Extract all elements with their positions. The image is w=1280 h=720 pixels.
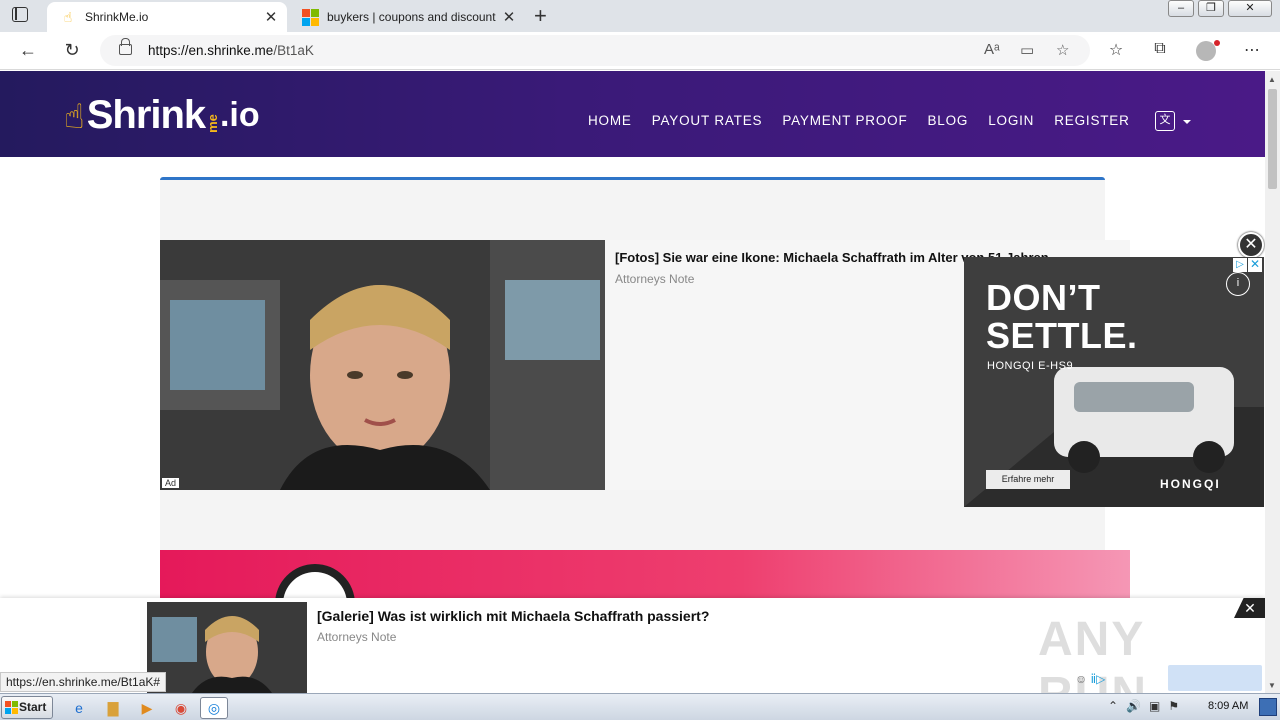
clock[interactable]: 8:09 AM <box>1208 700 1248 712</box>
sticky-ad-photo[interactable] <box>147 602 307 693</box>
site-logo[interactable]: ☝ Shrink me .io <box>64 87 260 137</box>
address-bar-row: ← ↻ https://en.shrinke.me/Bt1aK A͏ᵃ ▭ ☆ <box>0 32 1280 70</box>
tab-buykers[interactable]: buykers | coupons and discount c ✕ <box>289 2 525 32</box>
refresh-icon[interactable]: ↻ <box>60 40 84 61</box>
back-icon[interactable]: ← <box>16 40 40 61</box>
sticky-ad-headline[interactable]: [Galerie] Was ist wirklich mit Michaela … <box>317 608 709 624</box>
smiley-icon[interactable]: ☺ <box>1075 672 1087 686</box>
read-aloud-icon[interactable]: A͏ᵃ <box>984 41 1000 58</box>
logo-io: .io <box>219 96 260 134</box>
ad-close-icon[interactable]: ✕ <box>1248 258 1262 272</box>
scroll-thumb[interactable] <box>1268 89 1277 189</box>
status-bar-url: https://en.shrinke.me/Bt1aK# <box>0 672 167 692</box>
ad-source: Attorneys Note <box>615 272 695 286</box>
nav-blog[interactable]: BLOG <box>928 113 969 128</box>
sticky-close-icon[interactable]: ✕ <box>1234 598 1265 618</box>
tab-title: buykers | coupons and discount c <box>327 10 497 24</box>
nav-register[interactable]: REGISTER <box>1054 113 1129 128</box>
url-text: https://en.shrinke.me/Bt1aK <box>148 43 314 58</box>
restore-icon[interactable]: ❐ <box>1198 0 1224 17</box>
info-icon[interactable]: i <box>1226 272 1250 296</box>
media-player-icon[interactable]: ▶ <box>136 697 158 719</box>
system-tray: ⌃ 🔊 ▣ ⚑ <box>1108 699 1179 713</box>
tab-title: ShrinkMe.io <box>85 10 149 24</box>
taskbar: Start e ▇ ▶ ◉ ◎ ⌃ 🔊 ▣ ⚑ 8:09 AM <box>0 693 1280 720</box>
nav-login[interactable]: LOGIN <box>988 113 1034 128</box>
ad-photo[interactable]: Ad <box>160 240 605 490</box>
web-page: ☝ Shrink me .io HOME PAYOUT RATES PAYMEN… <box>0 71 1265 693</box>
ad-brand: HONGQI <box>1160 477 1221 491</box>
close-tab-icon[interactable]: ✕ <box>263 8 279 26</box>
start-button[interactable]: Start <box>1 696 53 719</box>
scroll-down-icon[interactable]: ▼ <box>1268 681 1276 690</box>
collections-icon[interactable]: ⧉ <box>1148 40 1172 58</box>
adchoices-icon[interactable]: ▷ <box>1233 258 1247 272</box>
logo-text: Shrink <box>86 93 206 137</box>
close-ad-icon[interactable]: ✕ <box>1238 232 1264 258</box>
tab-strip: ☝ ShrinkMe.io ✕ buykers | coupons and di… <box>0 0 1280 32</box>
network-icon[interactable]: ▣ <box>1149 699 1160 713</box>
microsoft-logo-icon <box>301 8 319 26</box>
tray-expand-icon[interactable]: ⌃ <box>1108 699 1118 713</box>
flag-icon[interactable]: ⚑ <box>1168 699 1179 713</box>
video-ad[interactable]: DON’T SETTLE. HONGQI E-HS9 i Erfahre mehr… <box>964 257 1264 507</box>
nav-payout-rates[interactable]: PAYOUT RATES <box>652 113 763 128</box>
main-nav: HOME PAYOUT RATES PAYMENT PROOF BLOG LOG… <box>588 113 1150 128</box>
url-field[interactable]: https://en.shrinke.me/Bt1aK A͏ᵃ ▭ ☆ <box>100 35 1090 66</box>
add-favorite-icon[interactable]: ☆ <box>1056 41 1069 59</box>
sticky-ad[interactable]: [Galerie] Was ist wirklich mit Michaela … <box>0 598 1265 693</box>
start-label: Start <box>19 700 47 714</box>
ad-model: HONGQI E-HS9 <box>987 360 1074 372</box>
scroll-up-icon[interactable]: ▲ <box>1268 75 1276 84</box>
logo-me: me <box>205 114 221 133</box>
favorites-icon[interactable]: ☆ <box>1104 40 1128 60</box>
explorer-icon[interactable]: ▇ <box>102 697 124 719</box>
close-window-icon[interactable]: ✕ <box>1228 0 1272 17</box>
nav-home[interactable]: HOME <box>588 113 632 128</box>
sticky-ad-icons: ☺ ⅱ▷ <box>1075 672 1105 686</box>
show-desktop-button[interactable] <box>1259 698 1277 716</box>
ad-label: Ad <box>162 478 180 488</box>
overlay-button[interactable] <box>1168 665 1262 691</box>
page-scrollbar[interactable]: ▲ ▼ <box>1265 71 1280 693</box>
minimize-icon[interactable]: – <box>1168 0 1194 17</box>
lock-icon[interactable] <box>119 38 132 55</box>
close-tab-icon[interactable]: ✕ <box>501 8 517 26</box>
ad-cta-button[interactable]: Erfahre mehr <box>986 470 1070 489</box>
tab-shrinkme[interactable]: ☝ ShrinkMe.io ✕ <box>47 2 287 32</box>
new-tab-icon[interactable]: + <box>534 3 547 29</box>
profile-avatar[interactable] <box>1196 40 1220 61</box>
adchoices-icon[interactable]: ⅱ▷ <box>1091 672 1106 686</box>
hand-pointer-icon: ☝ <box>63 8 73 25</box>
site-header: ☝ Shrink me .io HOME PAYOUT RATES PAYMEN… <box>0 71 1265 157</box>
more-menu-icon[interactable]: ⋯ <box>1240 40 1264 60</box>
tab-actions-icon[interactable] <box>12 7 30 23</box>
chrome-icon[interactable]: ◉ <box>170 697 192 719</box>
chevron-down-icon[interactable] <box>1183 120 1191 124</box>
sticky-ad-source: Attorneys Note <box>317 630 397 644</box>
language-icon[interactable]: 文 <box>1155 111 1175 131</box>
window-controls: – ❐ ✕ <box>1168 0 1272 17</box>
immersive-reader-icon[interactable]: ▭ <box>1020 41 1034 59</box>
hand-pointer-icon: ☝ <box>64 98 85 136</box>
windows-logo-icon <box>5 701 18 714</box>
ad-title: DON’T SETTLE. <box>986 277 1138 356</box>
volume-icon[interactable]: 🔊 <box>1126 699 1141 713</box>
edge-icon[interactable]: ◎ <box>200 697 228 719</box>
nav-payment-proof[interactable]: PAYMENT PROOF <box>782 113 907 128</box>
ie-icon[interactable]: e <box>68 697 90 719</box>
